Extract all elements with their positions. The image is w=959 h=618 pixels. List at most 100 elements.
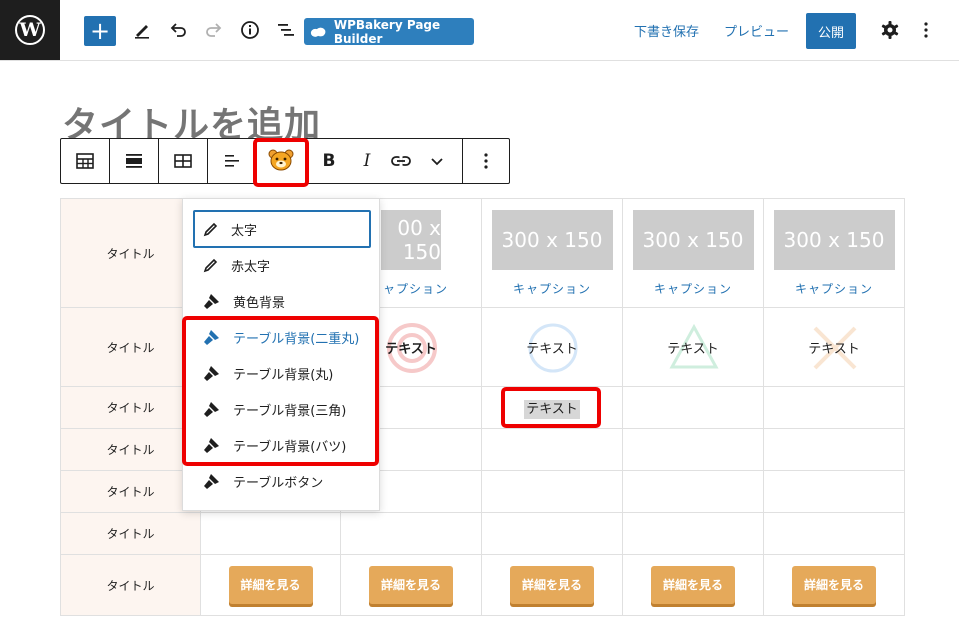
- menu-item-label: 赤太字: [231, 259, 271, 275]
- align-left-icon[interactable]: [208, 139, 256, 183]
- table-cell[interactable]: 詳細を見る: [622, 554, 764, 616]
- table-cell[interactable]: [763, 428, 905, 471]
- caption-link[interactable]: キャプション: [764, 280, 904, 297]
- menu-item-table-bg-double-circle[interactable]: テーブル背景(二重丸): [193, 319, 371, 355]
- row-header[interactable]: タイトル: [60, 307, 201, 387]
- table-cell[interactable]: 300 x 150 キャプション: [481, 198, 623, 308]
- table-edit-icon[interactable]: [159, 139, 207, 183]
- table-row: タイトル: [60, 512, 905, 555]
- table-cell[interactable]: [763, 512, 905, 555]
- marker-icon: [204, 330, 219, 345]
- cell-text: テキスト: [526, 341, 578, 357]
- editor-top-bar: W + WPBakery Page Builder 下書き保存 プレビュー 公開: [0, 0, 959, 61]
- wordpress-logo-icon[interactable]: W: [0, 0, 60, 60]
- row-header[interactable]: タイトル: [60, 386, 201, 429]
- table-row: タイトル 詳細を見る 詳細を見る 詳細を見る 詳細を見る 詳細を見る: [60, 554, 905, 616]
- table-cell[interactable]: [763, 470, 905, 513]
- table-cell[interactable]: テキスト: [481, 386, 623, 429]
- menu-item-red-bold[interactable]: 赤太字: [193, 247, 371, 283]
- table-cell[interactable]: 300 x 150 キャプション: [763, 198, 905, 308]
- selected-text[interactable]: テキスト: [524, 400, 580, 419]
- pencil-icon: [203, 222, 218, 237]
- add-block-button[interactable]: +: [84, 16, 116, 46]
- detail-button[interactable]: 詳細を見る: [792, 566, 876, 604]
- menu-item-table-bg-cross[interactable]: テーブル背景(バツ): [193, 427, 371, 463]
- table-cell[interactable]: [622, 386, 764, 429]
- wpbakery-cloud-icon: [310, 27, 326, 37]
- gear-icon[interactable]: [878, 18, 902, 42]
- table-cell[interactable]: [622, 470, 764, 513]
- table-cell[interactable]: 300 x 150 キャプション: [622, 198, 764, 308]
- table-cell[interactable]: テキスト: [763, 307, 905, 387]
- menu-item-table-button[interactable]: テーブルボタン: [193, 463, 371, 499]
- chevron-down-icon[interactable]: [413, 139, 461, 183]
- table-icon[interactable]: [61, 139, 109, 183]
- placeholder-image: 300 x 150: [773, 209, 895, 270]
- table-cell[interactable]: [622, 512, 764, 555]
- table-cell[interactable]: テキスト: [481, 307, 623, 387]
- menu-item-bold[interactable]: 太字: [193, 210, 371, 248]
- table-cell[interactable]: [481, 470, 623, 513]
- pencil-icon[interactable]: [130, 18, 154, 42]
- menu-item-label: テーブルボタン: [233, 475, 324, 491]
- caption-link[interactable]: キャプション: [623, 280, 763, 297]
- menu-item-yellow-bg[interactable]: 黄色背景: [193, 283, 371, 319]
- redo-icon[interactable]: [202, 18, 226, 42]
- format-dropdown-menu: 太字 赤太字 黄色背景 テーブル背景(二重丸) テーブル背景(丸) テーブル背景…: [182, 198, 380, 511]
- table-cell[interactable]: [481, 512, 623, 555]
- row-header[interactable]: タイトル: [60, 428, 201, 471]
- marker-icon: [204, 438, 219, 453]
- marker-icon: [204, 402, 219, 417]
- cell-text: テキスト: [808, 341, 860, 357]
- menu-item-label: テーブル背景(二重丸): [233, 331, 360, 347]
- table-cell[interactable]: [481, 428, 623, 471]
- placeholder-image: 300 x 150: [632, 209, 754, 270]
- list-view-icon[interactable]: [274, 18, 298, 42]
- menu-item-table-bg-circle[interactable]: テーブル背景(丸): [193, 355, 371, 391]
- table-cell[interactable]: 詳細を見る: [340, 554, 482, 616]
- bear-format-icon[interactable]: [257, 139, 305, 183]
- menu-item-label: 黄色背景: [233, 295, 286, 311]
- block-toolbar: B I: [60, 138, 510, 184]
- row-header[interactable]: タイトル: [60, 470, 201, 513]
- marker-icon: [204, 474, 219, 489]
- more-vertical-icon[interactable]: [914, 18, 938, 42]
- publish-button[interactable]: 公開: [806, 13, 856, 49]
- cell-text: テキスト: [385, 341, 437, 357]
- caption-link[interactable]: ャプション: [383, 280, 481, 297]
- row-header[interactable]: タイトル: [60, 554, 201, 616]
- placeholder-image: 00 x 150: [381, 209, 441, 270]
- row-header[interactable]: タイトル: [60, 198, 201, 308]
- info-icon[interactable]: [238, 18, 262, 42]
- placeholder-image: 300 x 150: [491, 209, 613, 270]
- marker-icon: [204, 366, 219, 381]
- detail-button[interactable]: 詳細を見る: [510, 566, 594, 604]
- table-cell[interactable]: 詳細を見る: [200, 554, 341, 616]
- preview-button[interactable]: プレビュー: [724, 21, 789, 40]
- menu-item-table-bg-triangle[interactable]: テーブル背景(三角): [193, 391, 371, 427]
- detail-button[interactable]: 詳細を見る: [651, 566, 735, 604]
- table-cell[interactable]: [763, 386, 905, 429]
- table-cell[interactable]: 詳細を見る: [481, 554, 623, 616]
- pencil-icon: [203, 258, 218, 273]
- table-cell[interactable]: [200, 512, 341, 555]
- menu-item-label: テーブル背景(バツ): [233, 439, 347, 455]
- table-cell[interactable]: [622, 428, 764, 471]
- more-vertical-icon[interactable]: [463, 139, 509, 183]
- menu-item-label: テーブル背景(丸): [233, 367, 334, 383]
- menu-item-label: テーブル背景(三角): [233, 403, 347, 419]
- wpbakery-button[interactable]: WPBakery Page Builder: [304, 18, 474, 46]
- align-full-icon[interactable]: [110, 139, 158, 183]
- undo-icon[interactable]: [166, 18, 190, 42]
- menu-item-label: 太字: [231, 223, 258, 239]
- save-draft-button[interactable]: 下書き保存: [634, 21, 699, 40]
- marker-icon: [204, 294, 219, 309]
- table-cell[interactable]: 詳細を見る: [763, 554, 905, 616]
- table-cell[interactable]: [340, 512, 482, 555]
- table-cell[interactable]: テキスト: [622, 307, 764, 387]
- detail-button[interactable]: 詳細を見る: [228, 566, 313, 604]
- caption-link[interactable]: キャプション: [482, 280, 622, 297]
- cell-text: テキスト: [667, 341, 719, 357]
- row-header[interactable]: タイトル: [60, 512, 201, 555]
- detail-button[interactable]: 詳細を見る: [369, 566, 453, 604]
